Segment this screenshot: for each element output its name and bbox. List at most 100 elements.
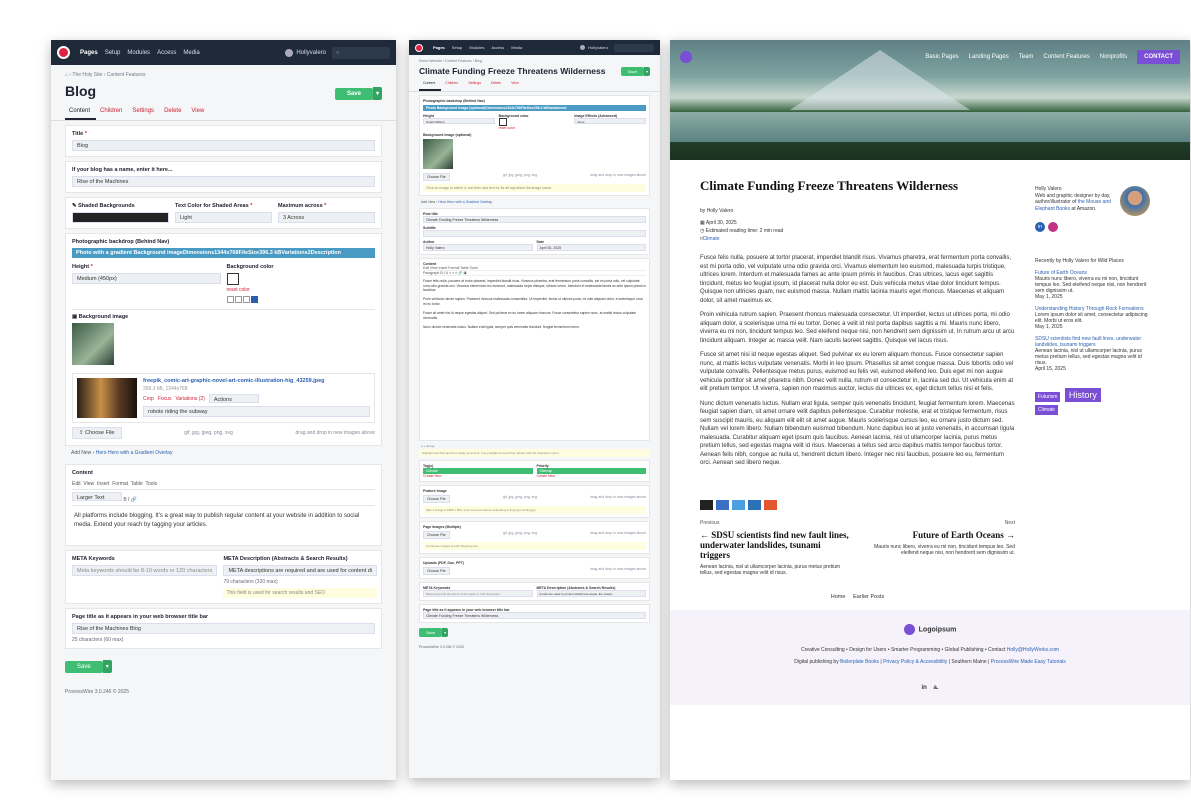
- nav-pages[interactable]: Pages: [80, 50, 98, 56]
- search-input[interactable]: ⌕: [332, 46, 390, 59]
- menu-view[interactable]: View: [83, 481, 94, 487]
- nav-basic-pages[interactable]: Basic Pages: [925, 54, 958, 60]
- focus-action[interactable]: Focus: [158, 396, 172, 402]
- choose2-file-button[interactable]: Choose File: [423, 173, 450, 181]
- tab-settings[interactable]: Settings: [128, 108, 160, 120]
- tab-content[interactable]: Content: [65, 108, 97, 120]
- linkedin-icon[interactable]: in: [1035, 222, 1045, 232]
- subtitle-input[interactable]: [423, 230, 646, 237]
- nav2-modules[interactable]: Modules: [469, 45, 484, 50]
- search2-input[interactable]: [614, 43, 654, 52]
- tab-children[interactable]: Children: [96, 108, 128, 120]
- tagline-input[interactable]: Rise of the Machines: [72, 176, 375, 187]
- home-icon[interactable]: ⌂: [65, 72, 68, 78]
- tag-futurism[interactable]: Futurism: [1035, 392, 1061, 402]
- user2-menu[interactable]: Hollyvalero: [580, 45, 608, 50]
- nav-media[interactable]: Media: [183, 50, 199, 56]
- create-new-priority-link[interactable]: Create New: [537, 474, 647, 478]
- breadcrumb-content-features[interactable]: Content Features: [107, 72, 146, 78]
- meta-description-input[interactable]: META descriptions are required and are u…: [223, 565, 378, 576]
- nav-access[interactable]: Access: [157, 50, 176, 56]
- nav-modules[interactable]: Modules: [127, 50, 150, 56]
- save2-dropdown-icon[interactable]: ▾: [643, 66, 650, 76]
- facebook-share-icon[interactable]: [716, 499, 729, 510]
- nav-setup[interactable]: Setup: [105, 50, 121, 56]
- italic-icon[interactable]: I: [128, 497, 129, 503]
- user-menu[interactable]: Hollyvalero: [285, 48, 326, 57]
- pageimages-choose-file-button[interactable]: Choose File: [423, 531, 450, 539]
- contact-button[interactable]: CONTACT: [1137, 50, 1180, 64]
- email-share-icon[interactable]: [700, 499, 713, 510]
- footer-privacy-link[interactable]: Privacy Policy & Accessibility: [883, 659, 947, 665]
- tab2-content[interactable]: Content: [419, 81, 442, 91]
- browser2-title-input[interactable]: Climate Funding Freeze Threatens Wildern…: [423, 612, 646, 619]
- date-input[interactable]: April 30, 2025: [536, 244, 646, 251]
- crop-action[interactable]: Crop: [143, 396, 154, 402]
- meta2-description-input[interactable]: Funds are used to protect wilderness are…: [536, 590, 646, 597]
- uploads-choose-file-button[interactable]: Choose File: [423, 567, 450, 575]
- footer-amazon-icon[interactable]: a.: [934, 685, 939, 691]
- variations-action[interactable]: Variations (2): [175, 396, 204, 402]
- author-select[interactable]: Holly Valero: [423, 244, 533, 251]
- nav2-media[interactable]: Media: [511, 45, 522, 50]
- title-input[interactable]: Blog: [72, 140, 375, 151]
- reset2-color-link[interactable]: reset color: [499, 126, 571, 130]
- menu-table[interactable]: Table: [131, 481, 143, 487]
- save-dropdown-icon[interactable]: ▾: [372, 87, 382, 100]
- max-across-select[interactable]: 3 Across: [278, 212, 375, 223]
- nav2-setup[interactable]: Setup: [452, 45, 462, 50]
- post-title-input[interactable]: Climate Funding Freeze Threatens Wildern…: [423, 216, 646, 223]
- tag-climate[interactable]: Climate: [1035, 405, 1058, 415]
- editor-body[interactable]: All platforms include blogging. It's a g…: [72, 506, 375, 540]
- tab2-children[interactable]: Children: [441, 81, 464, 91]
- save2-dropdown-bottom-icon[interactable]: ▾: [442, 628, 449, 637]
- tab2-view[interactable]: View: [507, 81, 525, 91]
- image-effects-select[interactable]: None: [574, 118, 647, 124]
- shaded-color-swatch[interactable]: [72, 212, 169, 223]
- meta-keywords-input[interactable]: Meta keywords should be 8-10 words or 12…: [72, 565, 218, 576]
- repeater2-item-bar[interactable]: Photo Background image (optional)Dimensi…: [423, 105, 646, 111]
- pager-home-link[interactable]: Home: [831, 594, 846, 600]
- site-logo-icon[interactable]: [680, 51, 692, 63]
- nav-content-features[interactable]: Content Features: [1043, 54, 1089, 60]
- file-name[interactable]: freepik_comic-art-graphic-novel-art-comi…: [143, 378, 370, 384]
- footer-boilerplate-link[interactable]: Boilerplate Books: [840, 659, 879, 665]
- bg-image-thumbnail[interactable]: [72, 323, 114, 365]
- save-dropdown-bottom-icon[interactable]: ▾: [102, 660, 112, 673]
- text-color-select[interactable]: Light: [175, 212, 272, 223]
- feature-choose-file-button[interactable]: Choose File: [423, 495, 450, 503]
- linkedin-share-icon[interactable]: [748, 499, 761, 510]
- repeater-item-bar[interactable]: Photo with a gradient Background imageDi…: [72, 248, 375, 258]
- previous-post-link[interactable]: ← SDSU scientists find new fault lines, …: [700, 530, 851, 560]
- link-icon[interactable]: 🔗: [131, 497, 137, 503]
- height-select[interactable]: Medium (450px): [72, 273, 221, 284]
- save2-button[interactable]: Save: [620, 66, 644, 76]
- processwire-logo-icon[interactable]: [415, 43, 423, 52]
- menu-tools[interactable]: Tools: [145, 481, 157, 487]
- actions-select[interactable]: Actions: [208, 394, 259, 403]
- next-post-link[interactable]: Future of Earth Oceans →: [864, 530, 1015, 540]
- save-button[interactable]: Save: [334, 88, 373, 100]
- tag-history[interactable]: History: [1064, 388, 1101, 402]
- bg2-image-thumbnail[interactable]: [423, 139, 453, 169]
- processwire-logo-icon[interactable]: [57, 46, 70, 59]
- tab2-settings[interactable]: Settings: [464, 81, 487, 91]
- file-thumbnail[interactable]: [77, 378, 137, 418]
- bg-color-swatch[interactable]: [226, 273, 239, 285]
- add2-hero-gradient-link[interactable]: Hero with a Gradient Overlay: [447, 200, 492, 204]
- footer-tutorials-link[interactable]: ProcessWire Made Easy Tutorials: [991, 659, 1066, 665]
- nav-landing-pages[interactable]: Landing Pages: [969, 54, 1009, 60]
- bg2-color-swatch[interactable]: [498, 118, 507, 126]
- meta2-keywords-input[interactable]: Meta keywords should be 8-10 words or 12…: [423, 590, 533, 597]
- nav-team[interactable]: Team: [1019, 54, 1034, 60]
- add2-hero-link[interactable]: Hero: [438, 200, 446, 204]
- reddit-share-icon[interactable]: [764, 499, 777, 510]
- color-palette[interactable]: [226, 296, 376, 303]
- recent-post-3-link[interactable]: SDSU scientists find new fault lines, un…: [1035, 336, 1150, 348]
- style-select[interactable]: Larger Text: [72, 492, 122, 501]
- tab-view[interactable]: View: [187, 108, 210, 120]
- browser-title-input[interactable]: Rise of the Machines Blog: [72, 623, 375, 634]
- height2-select[interactable]: Small (300px): [423, 118, 495, 124]
- menu-edit[interactable]: Edit: [72, 481, 81, 487]
- nav2-access[interactable]: Access: [491, 45, 504, 50]
